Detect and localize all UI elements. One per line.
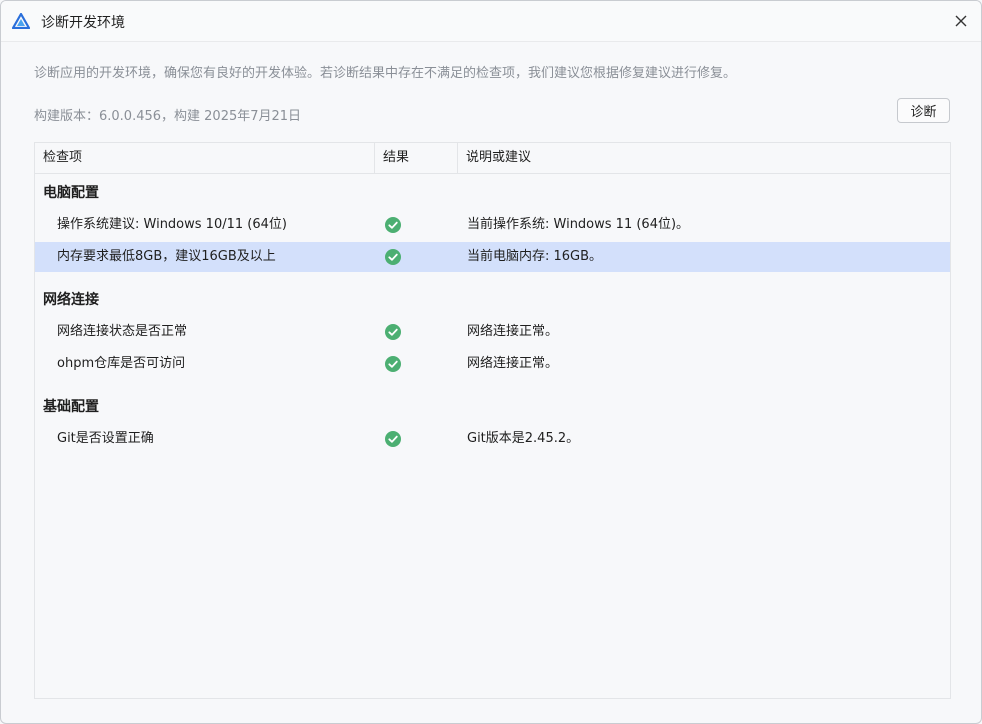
header-note[interactable]: 说明或建议	[458, 143, 950, 173]
table-header: 检查项 结果 说明或建议	[35, 143, 950, 174]
close-button[interactable]	[947, 7, 975, 35]
table-row[interactable]: 网络连接状态是否正常 网络连接正常。	[35, 317, 950, 347]
note-text: 当前电脑内存: 16GB。	[467, 249, 603, 264]
check-circle-icon	[385, 356, 401, 372]
build-version: 构建版本：6.0.0.456，构建 2025年7月21日	[34, 109, 302, 124]
diagnosis-table: 检查项 结果 说明或建议 电脑配置操作系统建议: Windows 10/11 (…	[34, 142, 951, 699]
note-text: 网络连接正常。	[467, 356, 559, 371]
check-item-label: ohpm仓库是否可访问	[57, 356, 186, 371]
header-check-item[interactable]: 检查项	[35, 143, 375, 173]
check-item-label: Git是否设置正确	[57, 431, 154, 446]
group-title: 电脑配置	[43, 185, 99, 201]
check-item-label: 网络连接状态是否正常	[57, 324, 188, 339]
table-row[interactable]: 操作系统建议: Windows 10/11 (64位) 当前操作系统: Windo…	[35, 210, 950, 240]
note-text: Git版本是2.45.2。	[467, 431, 580, 446]
close-icon	[955, 15, 967, 27]
table-row[interactable]: ohpm仓库是否可访问 网络连接正常。	[35, 349, 950, 379]
group-title: 网络连接	[43, 292, 99, 308]
diagnose-dialog: 诊断开发环境 诊断应用的开发环境，确保您有良好的开发体验。若诊断结果中存在不满足…	[0, 0, 982, 724]
check-circle-icon	[385, 249, 401, 265]
check-circle-icon	[385, 324, 401, 340]
header-result[interactable]: 结果	[375, 143, 458, 173]
check-item-label: 内存要求最低8GB，建议16GB及以上	[57, 249, 276, 264]
dialog-description: 诊断应用的开发环境，确保您有良好的开发体验。若诊断结果中存在不满足的检查项，我们…	[34, 66, 737, 81]
note-text: 网络连接正常。	[467, 324, 559, 339]
window-title: 诊断开发环境	[41, 15, 125, 31]
group-title: 基础配置	[43, 399, 99, 415]
note-text: 当前操作系统: Windows 11 (64位)。	[467, 217, 690, 232]
devstudio-logo-icon	[12, 13, 30, 29]
table-row[interactable]: Git是否设置正确 Git版本是2.45.2。	[35, 424, 950, 454]
check-circle-icon	[385, 431, 401, 447]
diagnose-button[interactable]: 诊断	[897, 98, 950, 123]
check-circle-icon	[385, 217, 401, 233]
title-bar: 诊断开发环境	[1, 1, 981, 42]
table-row[interactable]: 内存要求最低8GB，建议16GB及以上 当前电脑内存: 16GB。	[35, 242, 950, 272]
check-item-label: 操作系统建议: Windows 10/11 (64位)	[57, 217, 287, 232]
